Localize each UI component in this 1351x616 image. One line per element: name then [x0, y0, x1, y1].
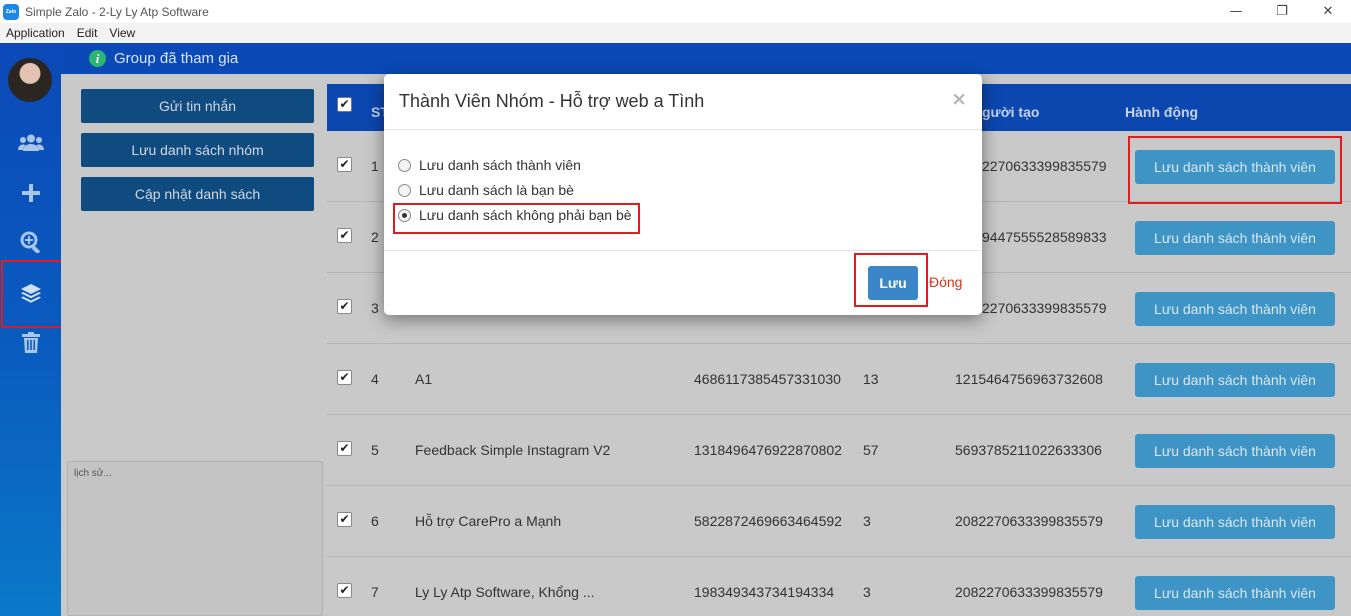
row-stt: 6 — [371, 513, 379, 529]
row-creator-id: 2082270633399835579 — [955, 513, 1103, 529]
row-checkbox[interactable]: ✔ — [337, 370, 352, 385]
option-label: Lưu danh sách là bạn bè — [419, 182, 574, 198]
menu-edit[interactable]: Edit — [71, 26, 104, 40]
save-members-button[interactable]: Lưu danh sách thành viên — [1135, 292, 1335, 326]
row-creator-id: 2082270633399835579 — [955, 584, 1103, 600]
close-icon[interactable]: × — [951, 88, 967, 110]
close-button[interactable]: Đóng — [929, 274, 962, 290]
row-group-name: A1 — [415, 371, 433, 387]
row-stt: 2 — [371, 229, 379, 245]
table-row: ✔ 5 Feedback Simple Instagram V2 1318496… — [327, 415, 1351, 486]
info-icon: i — [89, 50, 106, 67]
sidebar — [0, 43, 61, 616]
save-members-button[interactable]: Lưu danh sách thành viên — [1135, 505, 1335, 539]
option-save-all-members[interactable]: Lưu danh sách thành viên — [398, 157, 581, 173]
row-stt: 1 — [371, 158, 379, 174]
title-bar: Zalo Simple Zalo - 2-Ly Ly Atp Software … — [0, 0, 1351, 23]
dialog-title: Thành Viên Nhóm - Hỗ trợ web a Tình — [399, 91, 705, 111]
table-row: ✔ 7 Ly Ly Atp Software, Khổng ... 198349… — [327, 557, 1351, 616]
send-message-button[interactable]: Gửi tin nhắn — [81, 89, 314, 123]
table-row: ✔ 6 Hỗ trợ CarePro a Mạnh 58228724696634… — [327, 486, 1351, 557]
radio-button[interactable] — [398, 158, 411, 172]
restore-button[interactable]: ❐ — [1259, 0, 1305, 23]
row-checkbox[interactable]: ✔ — [337, 299, 352, 314]
select-all-checkbox[interactable]: ✔ — [337, 97, 352, 112]
row-stt: 4 — [371, 371, 379, 387]
row-group-name: Feedback Simple Instagram V2 — [415, 442, 611, 458]
window-title: Simple Zalo - 2-Ly Ly Atp Software — [25, 4, 209, 19]
row-checkbox[interactable]: ✔ — [337, 583, 352, 598]
save-group-list-button[interactable]: Lưu danh sách nhóm — [81, 133, 314, 167]
history-textarea[interactable]: lịch sử... — [67, 461, 323, 616]
avatar[interactable] — [8, 58, 52, 102]
table-row: ✔ 4 A1 4686117385457331030 13 1215464756… — [327, 344, 1351, 415]
radio-button[interactable] — [398, 183, 411, 197]
option-label: Lưu danh sách thành viên — [419, 157, 581, 173]
row-group-id: 1318496476922870802 — [694, 442, 842, 458]
close-window-button[interactable]: ✕ — [1305, 0, 1351, 23]
row-group-name: Hỗ trợ CarePro a Mạnh — [415, 513, 562, 529]
row-creator-id: 5693785211022633306 — [955, 442, 1102, 458]
action-highlight-box — [1128, 136, 1342, 204]
save-highlight-box — [854, 253, 928, 307]
row-group-name: Ly Ly Atp Software, Khổng ... — [415, 584, 595, 600]
column-action-header: Hành động — [1125, 104, 1199, 120]
row-member-count: 3 — [863, 584, 871, 600]
row-member-count: 57 — [863, 442, 879, 458]
row-creator-id: 2270633399835579 — [982, 158, 1107, 174]
row-member-count: 3 — [863, 513, 871, 529]
row-stt: 7 — [371, 584, 379, 600]
save-members-button[interactable]: Lưu danh sách thành viên — [1135, 363, 1335, 397]
row-group-id: 198349343734194334 — [694, 584, 835, 600]
row-creator-id: 9447555528589833 — [982, 229, 1107, 245]
app-logo-icon: Zalo — [3, 3, 19, 20]
menu-view[interactable]: View — [103, 26, 141, 40]
option-save-friends[interactable]: Lưu danh sách là bạn bè — [398, 182, 574, 198]
menu-bar: Application Edit View — [0, 23, 1351, 43]
row-group-id: 5822872469663464592 — [694, 513, 842, 529]
row-creator-id: 1215464756963732608 — [955, 371, 1103, 387]
update-list-button[interactable]: Cập nhật danh sách — [81, 177, 314, 211]
search-plus-icon[interactable] — [0, 231, 61, 253]
row-creator-id: 2270633399835579 — [982, 300, 1107, 316]
row-stt: 5 — [371, 442, 379, 458]
row-checkbox[interactable]: ✔ — [337, 441, 352, 456]
window-controls: — ❐ ✕ — [1213, 0, 1351, 23]
column-creator-header: gười tạo — [982, 104, 1040, 120]
users-icon[interactable] — [0, 133, 61, 153]
row-group-id: 4686117385457331030 — [694, 371, 841, 387]
minimize-button[interactable]: — — [1213, 0, 1259, 23]
save-members-button[interactable]: Lưu danh sách thành viên — [1135, 576, 1335, 610]
row-checkbox[interactable]: ✔ — [337, 228, 352, 243]
page-header: i Group đã tham gia — [0, 43, 1351, 74]
history-placeholder: lịch sử... — [74, 468, 112, 479]
row-member-count: 13 — [863, 371, 879, 387]
trash-icon[interactable] — [0, 332, 61, 353]
row-checkbox[interactable]: ✔ — [337, 157, 352, 172]
page-title: Group đã tham gia — [114, 50, 239, 67]
menu-application[interactable]: Application — [0, 26, 71, 40]
sidebar-highlight-box — [1, 260, 66, 328]
row-checkbox[interactable]: ✔ — [337, 512, 352, 527]
dialog-divider — [384, 250, 982, 251]
plus-icon[interactable] — [0, 183, 61, 203]
save-members-button[interactable]: Lưu danh sách thành viên — [1135, 434, 1335, 468]
save-members-button[interactable]: Lưu danh sách thành viên — [1135, 221, 1335, 255]
option-highlight-box — [393, 203, 640, 234]
dialog-divider — [384, 129, 982, 130]
row-stt: 3 — [371, 300, 379, 316]
